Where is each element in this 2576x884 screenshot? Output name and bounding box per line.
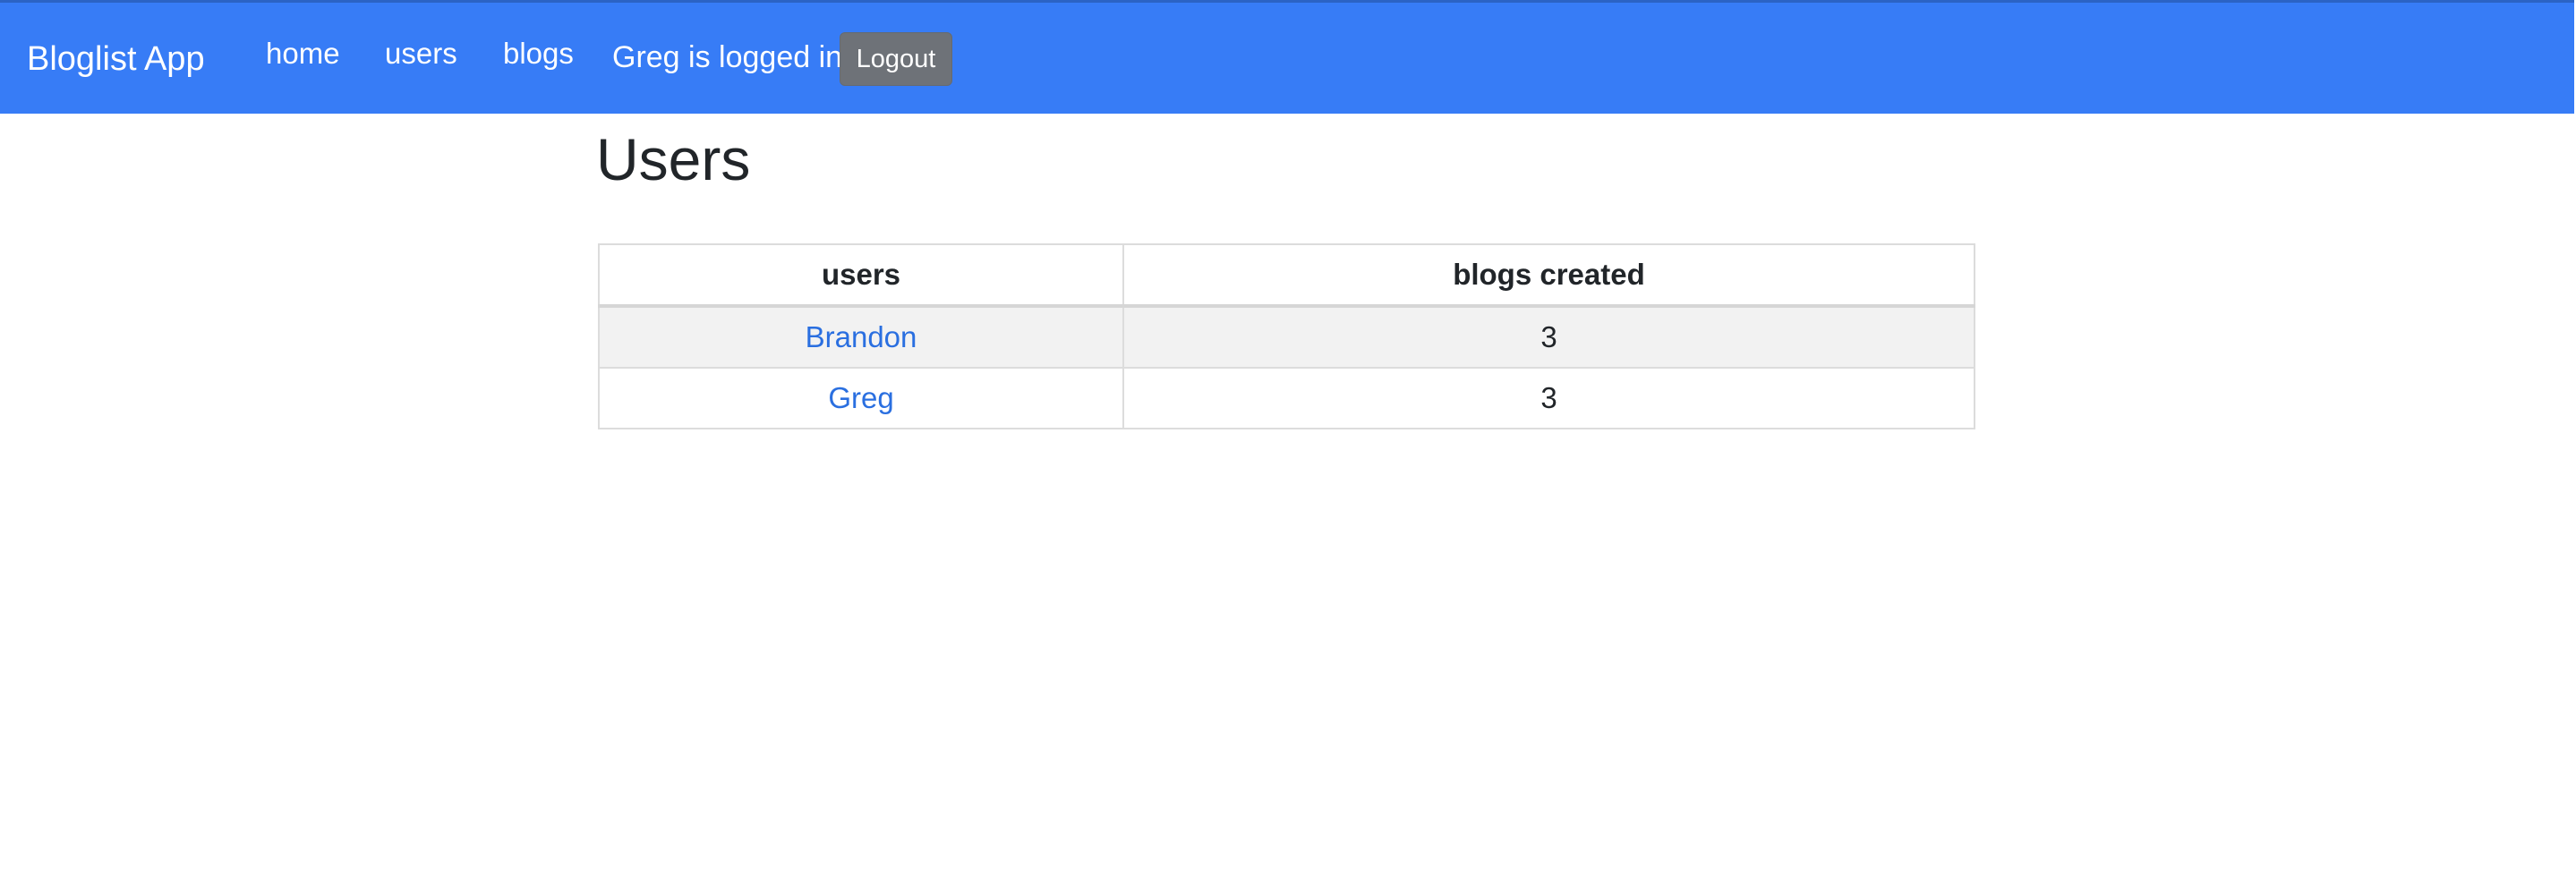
nav-link-users[interactable]: users — [385, 33, 457, 74]
brand-link[interactable]: Bloglist App — [27, 37, 205, 81]
blogs-created-cell: 3 — [1122, 367, 1975, 429]
users-table-head: users blogs created — [598, 243, 1975, 308]
page-title: Users — [596, 126, 751, 192]
users-table: users blogs created Brandon 3 Greg 3 — [598, 243, 1975, 429]
user-name-cell: Brandon — [598, 305, 1124, 369]
nav-link-home[interactable]: home — [266, 33, 340, 74]
user-name-cell: Greg — [598, 367, 1124, 429]
logout-button[interactable]: Logout — [840, 32, 952, 86]
user-link-brandon[interactable]: Brandon — [806, 320, 917, 353]
login-status: Greg is logged in — [612, 40, 843, 74]
top-navbar: Bloglist App home users blogs Greg is lo… — [0, 0, 2574, 114]
blogs-created-cell: 3 — [1122, 305, 1975, 369]
users-table-body: Brandon 3 Greg 3 — [598, 305, 1975, 429]
table-row: Greg 3 — [598, 367, 1975, 429]
user-link-greg[interactable]: Greg — [828, 381, 893, 414]
nav-link-blogs[interactable]: blogs — [503, 33, 574, 74]
column-header-blogs-created: blogs created — [1122, 243, 1975, 308]
table-row: Brandon 3 — [598, 305, 1975, 369]
table-header-row: users blogs created — [598, 243, 1975, 308]
column-header-users: users — [598, 243, 1124, 308]
